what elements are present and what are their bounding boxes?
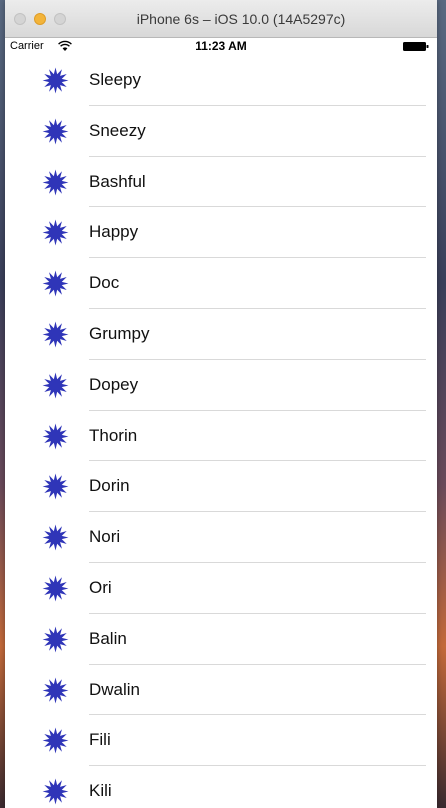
row-label: Grumpy [89, 323, 150, 343]
table-row[interactable]: Balin [5, 614, 437, 665]
table-row[interactable]: Bashful [5, 157, 437, 208]
row-label: Fili [89, 730, 111, 750]
star-icon [42, 575, 69, 602]
table-row[interactable]: Thorin [5, 411, 437, 462]
star-icon [42, 270, 69, 297]
row-label: Balin [89, 628, 127, 648]
table-row[interactable]: Doc [5, 258, 437, 309]
table-row[interactable]: Kili [5, 766, 437, 808]
window-titlebar[interactable]: iPhone 6s – iOS 10.0 (14A5297c) [5, 0, 437, 38]
table-row[interactable]: Dorin [5, 461, 437, 513]
row-label: Sleepy [89, 70, 141, 89]
star-icon [42, 677, 69, 704]
window-title: iPhone 6s – iOS 10.0 (14A5297c) [136, 11, 346, 27]
star-icon [42, 321, 69, 348]
row-label: Nori [89, 527, 121, 547]
status-time: 11:23 AM [195, 39, 247, 53]
star-icon [42, 169, 69, 196]
row-label: Dopey [89, 374, 139, 394]
row-label: Thorin [89, 425, 138, 445]
row-label: Happy [89, 222, 139, 242]
table-row[interactable]: Ori [5, 563, 437, 614]
ios-status-bar: Carrier 11:23 AM [5, 38, 437, 55]
table-scroll-area[interactable] [427, 55, 437, 808]
table-row[interactable]: Fili [5, 715, 437, 767]
star-icon [42, 372, 69, 399]
battery-icon [403, 42, 429, 51]
star-icon [42, 473, 69, 500]
star-icon [42, 423, 69, 450]
star-icon [42, 778, 69, 805]
star-icon [42, 118, 69, 145]
table-row[interactable]: Nori [5, 512, 437, 563]
row-label: Kili [89, 781, 112, 801]
row-label: Bashful [89, 171, 146, 191]
star-icon [42, 67, 69, 94]
star-icon [42, 219, 69, 246]
table-row[interactable]: Happy [5, 207, 437, 259]
row-label: Dwalin [89, 679, 141, 699]
row-label: Ori [89, 577, 112, 597]
row-label: Doc [89, 273, 120, 293]
table-row[interactable]: Dwalin [5, 665, 437, 716]
row-label: Dorin [89, 476, 130, 496]
table-row[interactable]: Sleepy [5, 55, 437, 106]
star-icon [42, 524, 69, 551]
table-row[interactable]: Dopey [5, 360, 437, 411]
star-icon [42, 626, 69, 653]
simulator-window: iPhone 6s – iOS 10.0 (14A5297c) Carrier … [5, 0, 437, 808]
table-row[interactable]: Sneezy [5, 106, 437, 157]
table-row[interactable]: Grumpy [5, 309, 437, 360]
row-label: Sneezy [89, 120, 146, 140]
star-icon [42, 727, 69, 754]
table-view[interactable]: Sleepy Sneezy Bashful Happy Doc Grumpy Dopey Th… [5, 55, 437, 808]
